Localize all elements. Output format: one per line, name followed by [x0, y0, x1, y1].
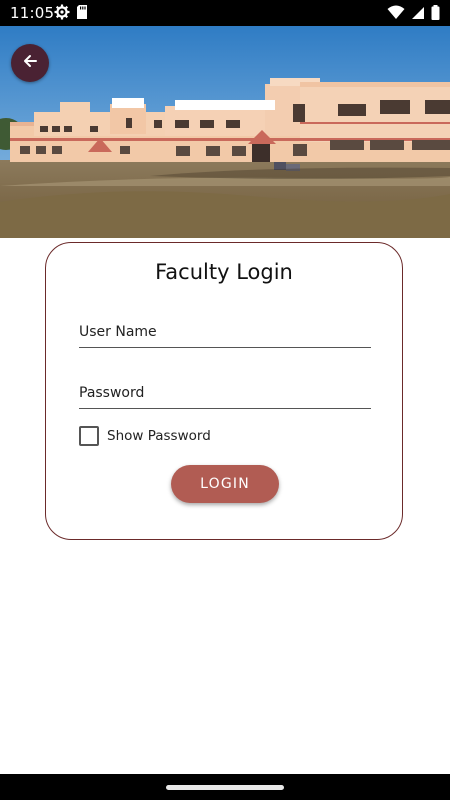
username-input[interactable] [79, 324, 371, 340]
password-input[interactable] [79, 385, 371, 401]
sd-card-icon [76, 4, 88, 24]
login-card: Faculty Login Show Password LOGIN [45, 242, 403, 540]
battery-icon [431, 5, 440, 24]
back-button[interactable] [11, 44, 49, 82]
signal-icon [411, 5, 425, 24]
navigation-bar [0, 774, 450, 800]
home-gesture-handle[interactable] [166, 785, 284, 790]
status-bar: 11:05 [0, 0, 450, 26]
status-time: 11:05 [10, 4, 55, 22]
show-password-label: Show Password [107, 428, 211, 444]
show-password-checkbox[interactable] [79, 426, 99, 446]
login-button[interactable]: LOGIN [171, 465, 279, 503]
wifi-icon [387, 5, 405, 24]
page-title: Faculty Login [155, 260, 293, 284]
campus-header-image [0, 26, 450, 238]
arrow-left-icon [22, 53, 38, 73]
username-field-wrapper [79, 307, 371, 348]
settings-gear-icon [54, 4, 70, 24]
show-password-row[interactable]: Show Password [79, 426, 211, 446]
password-field-wrapper [79, 368, 371, 409]
